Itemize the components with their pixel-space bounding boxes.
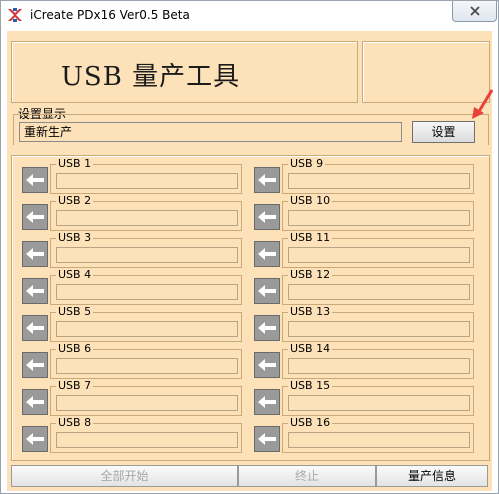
app-icon bbox=[8, 8, 22, 22]
usb-port-label: USB 15 bbox=[288, 379, 333, 392]
usb-port-label: USB 14 bbox=[288, 342, 333, 355]
usb-progress-bar bbox=[56, 247, 238, 263]
usb-progress-bar bbox=[288, 432, 470, 448]
usb-port-arrow-icon bbox=[254, 241, 280, 267]
usb-progress-bar bbox=[56, 358, 238, 374]
usb-progress-bar bbox=[288, 395, 470, 411]
usb-port-arrow-icon bbox=[22, 204, 48, 230]
usb-port-label: USB 4 bbox=[56, 268, 94, 281]
usb-port-arrow-icon bbox=[22, 315, 48, 341]
usb-port-label: USB 6 bbox=[56, 342, 94, 355]
usb-port-label: USB 12 bbox=[288, 268, 333, 281]
usb-port-arrow-icon bbox=[254, 315, 280, 341]
usb-progress-bar bbox=[56, 395, 238, 411]
usb-progress-bar bbox=[288, 173, 470, 189]
usb-port-label: USB 3 bbox=[56, 231, 94, 244]
usb-port-label: USB 9 bbox=[288, 157, 326, 170]
usb-progress-bar bbox=[288, 247, 470, 263]
usb-progress-bar bbox=[56, 284, 238, 300]
stop-button[interactable]: 终止 bbox=[238, 465, 376, 487]
usb-port-arrow-icon bbox=[254, 352, 280, 378]
usb-port-arrow-icon bbox=[22, 426, 48, 452]
close-icon bbox=[469, 6, 480, 16]
usb-progress-bar bbox=[288, 284, 470, 300]
production-info-button[interactable]: 量产信息 bbox=[376, 465, 488, 487]
usb-port-grid: USB 1 USB 2 USB 3 USB 4 USB 5 USB 6 USB 7 USB 8… bbox=[11, 155, 490, 461]
title-bar: iCreate PDx16 Ver0.5 Beta bbox=[1, 1, 498, 31]
usb-port-label: USB 16 bbox=[288, 416, 333, 429]
settings-display-field[interactable]: 重新生产 bbox=[19, 122, 402, 142]
usb-slot: USB 4 bbox=[22, 267, 242, 305]
usb-slot: USB 15 bbox=[254, 378, 474, 416]
usb-port-label: USB 10 bbox=[288, 194, 333, 207]
usb-port-arrow-icon bbox=[22, 167, 48, 193]
usb-port-arrow-icon bbox=[254, 167, 280, 193]
usb-port-label: USB 5 bbox=[56, 305, 94, 318]
close-button[interactable] bbox=[452, 1, 497, 22]
header-banner: USB 量产工具 bbox=[11, 41, 358, 103]
usb-port-label: USB 13 bbox=[288, 305, 333, 318]
usb-slot: USB 12 bbox=[254, 267, 474, 305]
usb-progress-bar bbox=[288, 321, 470, 337]
usb-progress-bar bbox=[56, 432, 238, 448]
usb-port-arrow-icon bbox=[22, 389, 48, 415]
usb-progress-bar bbox=[56, 173, 238, 189]
usb-slot: USB 3 bbox=[22, 230, 242, 268]
usb-port-arrow-icon bbox=[254, 278, 280, 304]
usb-slot: USB 13 bbox=[254, 304, 474, 342]
usb-port-label: USB 11 bbox=[288, 231, 333, 244]
usb-port-label: USB 2 bbox=[56, 194, 94, 207]
usb-port-arrow-icon bbox=[254, 389, 280, 415]
usb-slot: USB 8 bbox=[22, 415, 242, 453]
red-arrow-annotation-icon bbox=[472, 89, 494, 119]
usb-progress-bar bbox=[56, 321, 238, 337]
usb-progress-bar bbox=[56, 210, 238, 226]
usb-slot: USB 1 bbox=[22, 156, 242, 194]
main-panel: USB 量产工具 设置显示 重新生产 设置 USB 1 USB 2 USB 3 USB… bbox=[7, 31, 494, 491]
usb-port-label: USB 1 bbox=[56, 157, 94, 170]
usb-slot: USB 14 bbox=[254, 341, 474, 379]
window-title: iCreate PDx16 Ver0.5 Beta bbox=[30, 8, 190, 22]
usb-slot: USB 6 bbox=[22, 341, 242, 379]
usb-slot: USB 16 bbox=[254, 415, 474, 453]
usb-port-arrow-icon bbox=[22, 352, 48, 378]
usb-progress-bar bbox=[288, 210, 470, 226]
usb-slot: USB 10 bbox=[254, 193, 474, 231]
app-window: iCreate PDx16 Ver0.5 Beta USB 量产工具 设置显示 … bbox=[0, 0, 499, 494]
usb-progress-bar bbox=[288, 358, 470, 374]
usb-port-arrow-icon bbox=[254, 426, 280, 452]
usb-slot: USB 11 bbox=[254, 230, 474, 268]
settings-button[interactable]: 设置 bbox=[412, 121, 475, 143]
usb-slot: USB 5 bbox=[22, 304, 242, 342]
usb-slot: USB 2 bbox=[22, 193, 242, 231]
usb-slot: USB 9 bbox=[254, 156, 474, 194]
usb-port-label: USB 8 bbox=[56, 416, 94, 429]
usb-port-arrow-icon bbox=[22, 278, 48, 304]
usb-port-arrow-icon bbox=[254, 204, 280, 230]
usb-slot: USB 7 bbox=[22, 378, 242, 416]
usb-port-arrow-icon bbox=[22, 241, 48, 267]
usb-port-label: USB 7 bbox=[56, 379, 94, 392]
start-all-button[interactable]: 全部开始 bbox=[11, 465, 238, 487]
header-title: USB 量产工具 bbox=[61, 62, 241, 92]
